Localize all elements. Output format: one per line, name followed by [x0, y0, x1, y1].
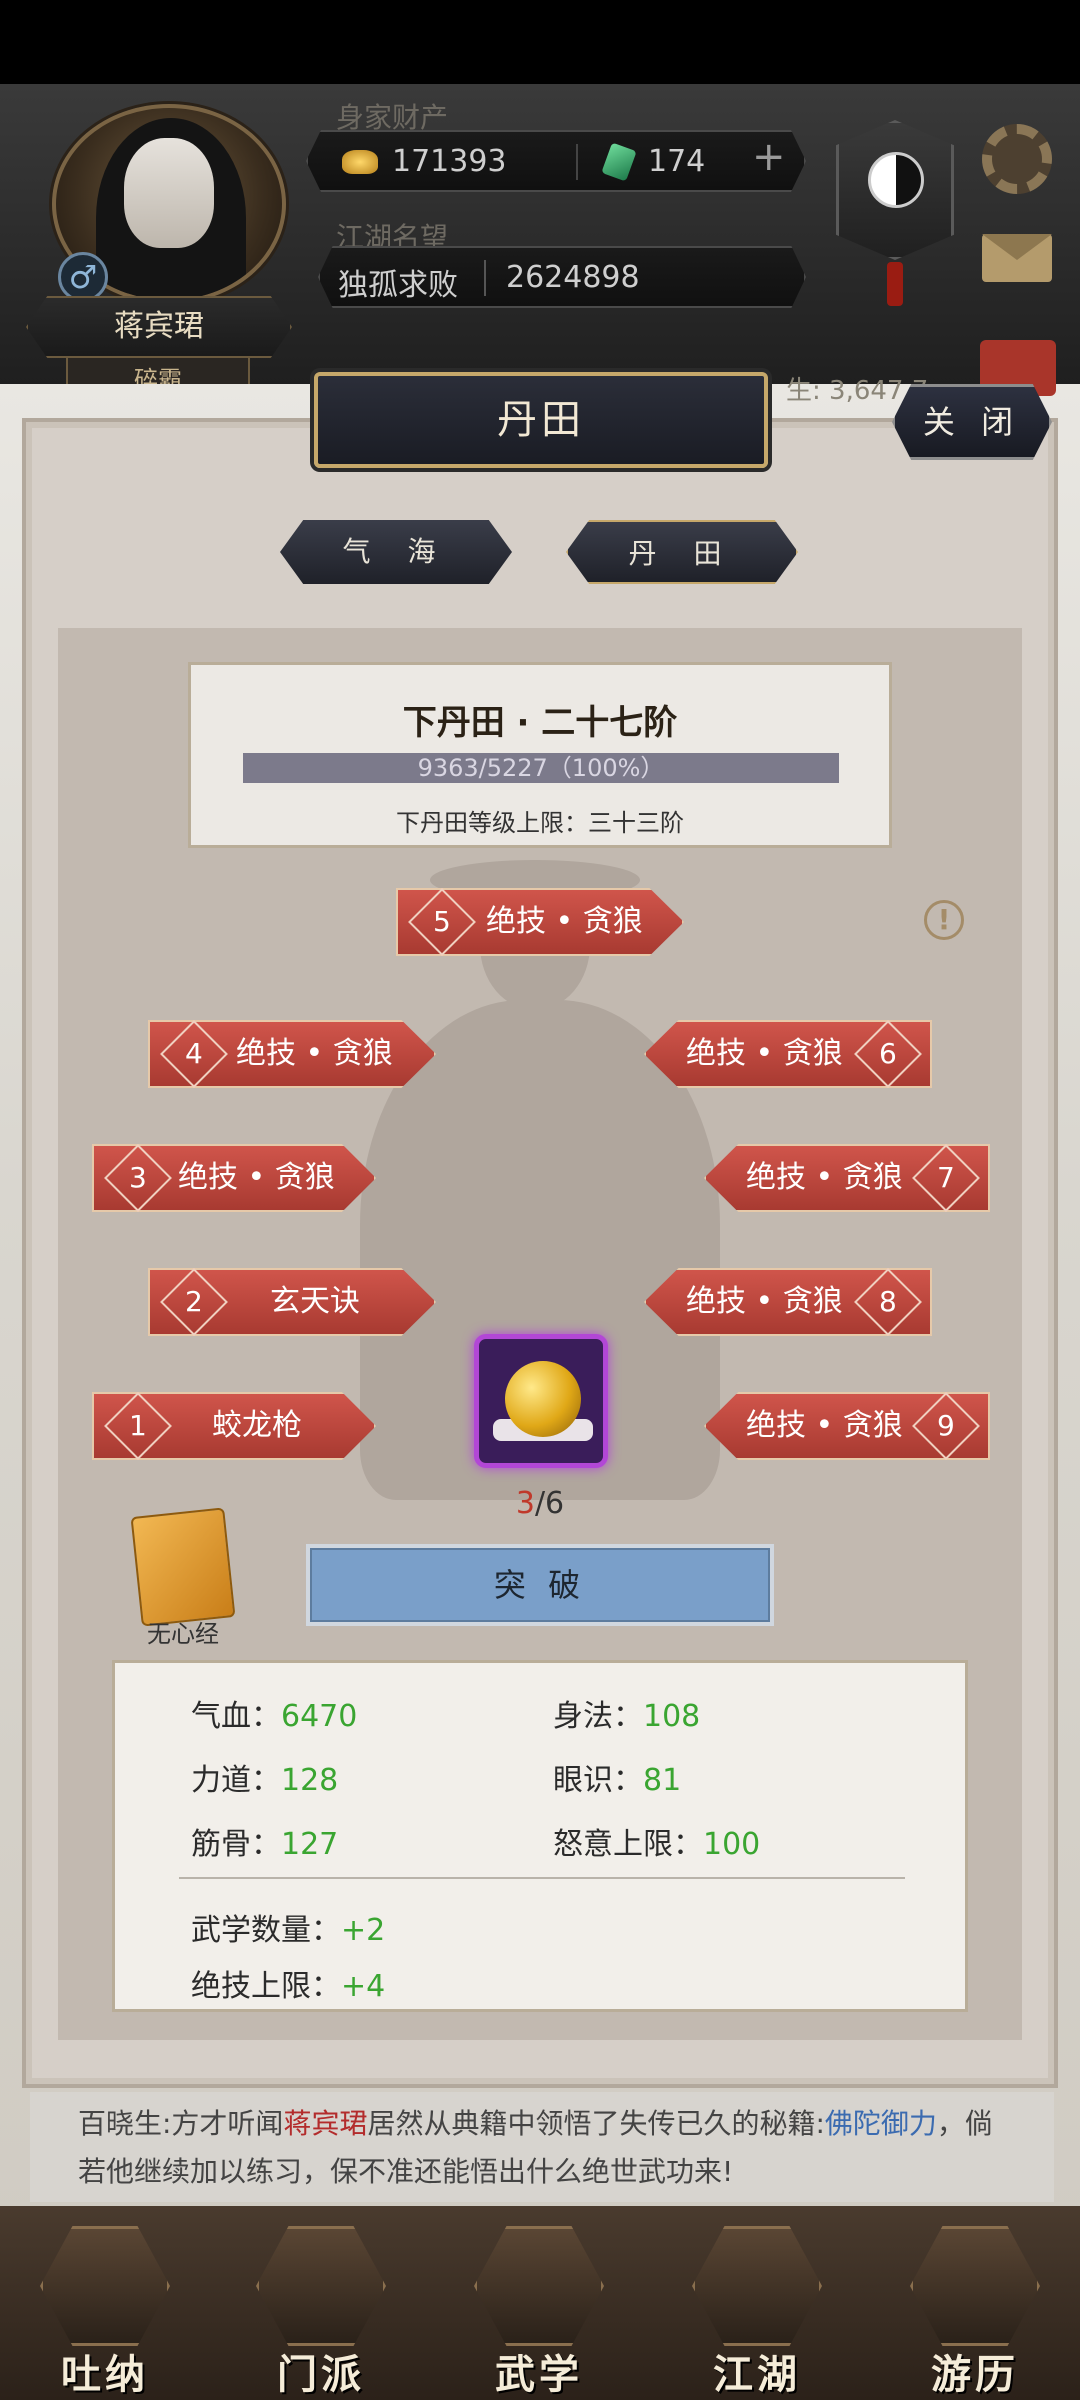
fame-title: 独孤求败: [338, 268, 458, 303]
nav-label: 门派: [277, 2352, 365, 2398]
skill-slot-1[interactable]: 1 蛟龙枪: [92, 1392, 376, 1460]
jade-icon: [601, 142, 637, 182]
tuna-icon: [40, 2226, 170, 2346]
stat-shenfa: 身法：108: [553, 1699, 701, 1734]
skill-slot-6[interactable]: 绝技 • 贪狼 6: [644, 1020, 932, 1088]
status-bar: [0, 0, 1080, 84]
nav-wuxue[interactable]: 武学: [464, 2226, 614, 2398]
gold-amount: 171393: [392, 144, 507, 179]
jade-amount: 174: [648, 144, 706, 179]
nav-label: 吐纳: [61, 2352, 149, 2398]
settings-gear-icon[interactable]: [982, 124, 1052, 194]
sect-icon: [256, 2226, 386, 2346]
skill-label: 绝技 • 贪狼: [746, 1408, 903, 1443]
slot-number: 8: [879, 1284, 897, 1318]
stat-nuyi: 怒意上限：100: [553, 1827, 761, 1862]
nav-tuna[interactable]: 吐纳: [30, 2226, 180, 2398]
book-caption: 无心经: [147, 1620, 219, 1648]
avatar-mask: [124, 138, 214, 248]
nav-menpai[interactable]: 门派: [246, 2226, 396, 2398]
skill-slot-7[interactable]: 绝技 • 贪狼 7: [704, 1144, 990, 1212]
skill-slot-2[interactable]: 2 玄天诀: [148, 1268, 436, 1336]
nav-jianghu[interactable]: 江湖: [682, 2226, 832, 2398]
close-button[interactable]: 关 闭: [892, 384, 1052, 460]
stat-lidao: 力道：128: [191, 1763, 339, 1798]
skill-slot-3[interactable]: 3 绝技 • 贪狼: [92, 1144, 376, 1212]
slot-number: 3: [129, 1160, 147, 1194]
stat-yanshi: 眼识：81: [553, 1763, 682, 1798]
skill-label: 绝技 • 贪狼: [686, 1036, 843, 1071]
golden-orb-icon: [505, 1361, 581, 1437]
manual-book-icon[interactable]: [130, 1507, 236, 1627]
tassel-decoration: [887, 262, 903, 306]
male-icon: ♂: [58, 252, 108, 302]
stat-jueji: 绝技上限：+4: [191, 1969, 386, 2004]
core-count: 3/6: [470, 1486, 610, 1521]
divider: [179, 1877, 905, 1879]
level-cap: 下丹田等级上限：三十三阶: [396, 809, 684, 837]
tab-dantian[interactable]: 丹 田: [566, 520, 798, 584]
mail-icon[interactable]: [982, 234, 1052, 282]
martial-books-icon: [474, 2226, 604, 2346]
skill-label: 绝技 • 贪狼: [486, 904, 643, 939]
progress-bar: 9363/5227（100%）: [243, 753, 839, 783]
tab-qihai[interactable]: 气 海: [280, 520, 512, 584]
stat-qixue: 气血：6470: [191, 1699, 358, 1734]
nav-youli[interactable]: 游历: [900, 2226, 1050, 2398]
skill-label: 绝技 • 贪狼: [178, 1160, 335, 1195]
stats-box: 气血：6470 身法：108 力道：128 眼识：81 筋骨：127 怒意上限：…: [112, 1660, 968, 2012]
skill-slot-9[interactable]: 绝技 • 贪狼 9: [704, 1392, 990, 1460]
nav-label: 武学: [495, 2352, 583, 2398]
fame-value: 2624898: [506, 260, 640, 295]
slot-number: 5: [433, 904, 451, 938]
divider: [576, 144, 578, 180]
level-title: 下丹田 · 二十七阶: [402, 703, 678, 743]
player-name: 蒋宾珺: [26, 296, 292, 358]
add-currency-button[interactable]: +: [752, 134, 786, 180]
slot-number: 1: [129, 1408, 147, 1442]
gold-icon: [342, 150, 378, 174]
wealth-bar: 171393 174 +: [306, 130, 806, 192]
fame-bar: 独孤求败 2624898: [318, 246, 806, 308]
skill-label: 绝技 • 贪狼: [686, 1284, 843, 1319]
skill-slot-8[interactable]: 绝技 • 贪狼 8: [644, 1268, 932, 1336]
yinyang-icon: [868, 152, 924, 208]
slot-number: 7: [937, 1160, 955, 1194]
horse-icon: [910, 2226, 1040, 2346]
bottom-nav: 吐纳 门派 武学 江湖 游历: [0, 2206, 1080, 2400]
panel-title: 丹田: [314, 372, 768, 468]
divider: [484, 260, 486, 296]
nav-label: 游历: [931, 2352, 1019, 2398]
core-current: 3: [515, 1486, 535, 1521]
breakthrough-button[interactable]: 突 破: [306, 1544, 774, 1626]
progress-text: 9363/5227（100%）: [417, 754, 665, 782]
dantian-core-slot[interactable]: [474, 1334, 608, 1468]
info-icon[interactable]: !: [924, 900, 964, 940]
stat-wuxue: 武学数量：+2: [191, 1913, 386, 1948]
skill-label: 玄天诀: [270, 1284, 360, 1319]
slot-number: 6: [879, 1036, 897, 1070]
skill-slot-5[interactable]: 5 绝技 • 贪狼: [396, 888, 684, 956]
slot-number: 4: [185, 1036, 203, 1070]
news-ticker: 百晓生:方才听闻蒋宾珺居然从典籍中领悟了失传已久的秘籍:佛陀御力，倘若他继续加以…: [30, 2092, 1054, 2202]
skill-label: 绝技 • 贪狼: [746, 1160, 903, 1195]
core-total: /6: [534, 1486, 565, 1521]
straw-hat-icon: [692, 2226, 822, 2346]
skill-label: 蛟龙枪: [212, 1408, 302, 1443]
slot-number: 2: [185, 1284, 203, 1318]
skill-slot-4[interactable]: 4 绝技 • 贪狼: [148, 1020, 436, 1088]
level-box: 下丹田 · 二十七阶 9363/5227（100%） 下丹田等级上限：三十三阶: [188, 662, 892, 848]
slot-number: 9: [937, 1408, 955, 1442]
nav-label: 江湖: [713, 2352, 801, 2398]
stat-jingu: 筋骨：127: [191, 1827, 339, 1862]
skill-label: 绝技 • 贪狼: [236, 1036, 393, 1071]
